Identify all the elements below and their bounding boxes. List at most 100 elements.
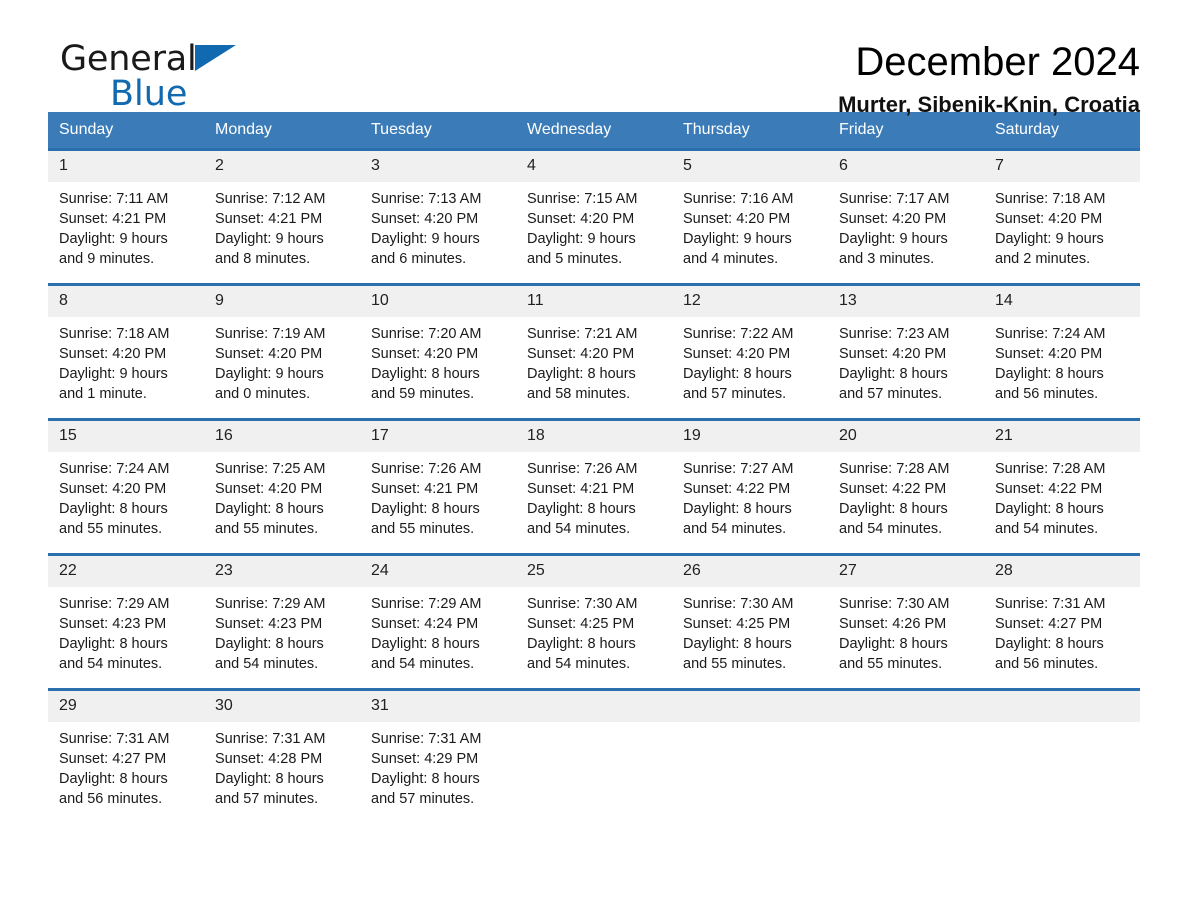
calendar-day-cell[interactable]: 6 Sunrise: 7:17 AM Sunset: 4:20 PM Daylight… — [828, 148, 984, 285]
sunrise-text: Sunrise: 7:31 AM — [371, 731, 482, 747]
daylight-text: and 55 minutes. — [371, 521, 475, 537]
calendar-week-row: 1 Sunrise: 7:11 AM Sunset: 4:21 PM Daylight… — [48, 148, 1140, 285]
sunset-text: Sunset: 4:28 PM — [215, 751, 323, 767]
daylight-text: Daylight: 8 hours — [995, 636, 1104, 652]
sunset-text: Sunset: 4:22 PM — [995, 481, 1103, 497]
day-number: 25 — [516, 556, 672, 587]
day-details: Sunrise: 7:24 AM Sunset: 4:20 PM Daylight:… — [48, 452, 204, 539]
day-number: 8 — [48, 286, 204, 317]
day-number: 24 — [360, 556, 516, 587]
calendar-day-cell[interactable]: 7 Sunrise: 7:18 AM Sunset: 4:20 PM Daylight… — [984, 148, 1140, 285]
sunrise-text: Sunrise: 7:26 AM — [371, 461, 482, 477]
day-details: Sunrise: 7:17 AM Sunset: 4:20 PM Daylight:… — [828, 182, 984, 269]
calendar-week-row: 8 Sunrise: 7:18 AM Sunset: 4:20 PM Daylight… — [48, 283, 1140, 420]
day-details: Sunrise: 7:12 AM Sunset: 4:21 PM Daylight:… — [204, 182, 360, 269]
sunset-text: Sunset: 4:20 PM — [839, 211, 947, 227]
calendar-day-cell[interactable]: 12 Sunrise: 7:22 AM Sunset: 4:20 PM Dayligh… — [672, 283, 828, 420]
sunset-text: Sunset: 4:20 PM — [527, 211, 635, 227]
sunrise-text: Sunrise: 7:28 AM — [839, 461, 950, 477]
calendar-day-cell[interactable]: 31 Sunrise: 7:31 AM Sunset: 4:29 PM Dayligh… — [360, 688, 516, 809]
day-details: Sunrise: 7:31 AM Sunset: 4:27 PM Daylight:… — [984, 587, 1140, 674]
calendar-day-cell[interactable]: 15 Sunrise: 7:24 AM Sunset: 4:20 PM Dayligh… — [48, 418, 204, 555]
sunset-text: Sunset: 4:20 PM — [215, 481, 323, 497]
calendar-day-cell[interactable]: 5 Sunrise: 7:16 AM Sunset: 4:20 PM Daylight… — [672, 148, 828, 285]
calendar-day-cell-empty — [828, 688, 984, 809]
calendar-day-cell[interactable]: 24 Sunrise: 7:29 AM Sunset: 4:24 PM Dayligh… — [360, 553, 516, 690]
calendar-day-cell[interactable]: 30 Sunrise: 7:31 AM Sunset: 4:28 PM Dayligh… — [204, 688, 360, 809]
sunrise-text: Sunrise: 7:28 AM — [995, 461, 1106, 477]
sunset-text: Sunset: 4:20 PM — [995, 346, 1103, 362]
sunset-text: Sunset: 4:20 PM — [527, 346, 635, 362]
calendar-table: Sunday Monday Tuesday Wednesday Thursday… — [48, 112, 1140, 809]
calendar-day-cell[interactable]: 2 Sunrise: 7:12 AM Sunset: 4:21 PM Daylight… — [204, 148, 360, 285]
daylight-text: Daylight: 8 hours — [527, 501, 636, 517]
day-number: 20 — [828, 421, 984, 452]
day-number: 7 — [984, 151, 1140, 182]
sunset-text: Sunset: 4:20 PM — [683, 211, 791, 227]
calendar-day-cell[interactable]: 17 Sunrise: 7:26 AM Sunset: 4:21 PM Dayligh… — [360, 418, 516, 555]
daylight-text: and 0 minutes. — [215, 386, 311, 402]
sunset-text: Sunset: 4:20 PM — [215, 346, 323, 362]
daylight-text: Daylight: 9 hours — [683, 231, 792, 247]
calendar-day-cell[interactable]: 20 Sunrise: 7:28 AM Sunset: 4:22 PM Dayligh… — [828, 418, 984, 555]
calendar-day-cell[interactable]: 4 Sunrise: 7:15 AM Sunset: 4:20 PM Daylight… — [516, 148, 672, 285]
day-details: Sunrise: 7:16 AM Sunset: 4:20 PM Daylight:… — [672, 182, 828, 269]
day-details: Sunrise: 7:22 AM Sunset: 4:20 PM Daylight:… — [672, 317, 828, 404]
daylight-text: and 1 minute. — [59, 386, 147, 402]
calendar-day-cell[interactable]: 3 Sunrise: 7:13 AM Sunset: 4:20 PM Daylight… — [360, 148, 516, 285]
calendar-day-cell[interactable]: 21 Sunrise: 7:28 AM Sunset: 4:22 PM Dayligh… — [984, 418, 1140, 555]
sunrise-text: Sunrise: 7:31 AM — [215, 731, 326, 747]
daylight-text: Daylight: 8 hours — [371, 366, 480, 382]
calendar-day-cell[interactable]: 26 Sunrise: 7:30 AM Sunset: 4:25 PM Dayligh… — [672, 553, 828, 690]
daylight-text: Daylight: 9 hours — [215, 366, 324, 382]
day-details: Sunrise: 7:30 AM Sunset: 4:26 PM Daylight:… — [828, 587, 984, 674]
calendar-day-cell[interactable]: 13 Sunrise: 7:23 AM Sunset: 4:20 PM Dayligh… — [828, 283, 984, 420]
daylight-text: and 5 minutes. — [527, 251, 623, 267]
sunset-text: Sunset: 4:20 PM — [839, 346, 947, 362]
calendar-day-cell[interactable]: 10 Sunrise: 7:20 AM Sunset: 4:20 PM Dayligh… — [360, 283, 516, 420]
logo-word-blue: Blue — [110, 74, 188, 114]
daylight-text: and 55 minutes. — [215, 521, 319, 537]
calendar-day-cell[interactable]: 18 Sunrise: 7:26 AM Sunset: 4:21 PM Dayligh… — [516, 418, 672, 555]
day-details: Sunrise: 7:15 AM Sunset: 4:20 PM Daylight:… — [516, 182, 672, 269]
calendar-day-cell[interactable]: 23 Sunrise: 7:29 AM Sunset: 4:23 PM Dayligh… — [204, 553, 360, 690]
day-number: 2 — [204, 151, 360, 182]
calendar-day-cell[interactable]: 29 Sunrise: 7:31 AM Sunset: 4:27 PM Dayligh… — [48, 688, 204, 809]
sunset-text: Sunset: 4:20 PM — [59, 346, 167, 362]
calendar-day-cell[interactable]: 28 Sunrise: 7:31 AM Sunset: 4:27 PM Dayligh… — [984, 553, 1140, 690]
daylight-text: and 2 minutes. — [995, 251, 1091, 267]
daylight-text: Daylight: 9 hours — [59, 366, 168, 382]
sunset-text: Sunset: 4:29 PM — [371, 751, 479, 767]
sunrise-text: Sunrise: 7:30 AM — [839, 596, 950, 612]
sunrise-text: Sunrise: 7:18 AM — [59, 326, 170, 342]
calendar-day-cell[interactable]: 27 Sunrise: 7:30 AM Sunset: 4:26 PM Dayligh… — [828, 553, 984, 690]
daylight-text: and 54 minutes. — [215, 656, 319, 672]
calendar-day-cell[interactable]: 25 Sunrise: 7:30 AM Sunset: 4:25 PM Dayligh… — [516, 553, 672, 690]
calendar-day-cell[interactable]: 14 Sunrise: 7:24 AM Sunset: 4:20 PM Dayligh… — [984, 283, 1140, 420]
day-details: Sunrise: 7:26 AM Sunset: 4:21 PM Daylight:… — [360, 452, 516, 539]
day-details: Sunrise: 7:29 AM Sunset: 4:23 PM Daylight:… — [204, 587, 360, 674]
sunrise-text: Sunrise: 7:18 AM — [995, 191, 1106, 207]
calendar-day-cell[interactable]: 1 Sunrise: 7:11 AM Sunset: 4:21 PM Daylight… — [48, 148, 204, 285]
sunrise-text: Sunrise: 7:22 AM — [683, 326, 794, 342]
calendar-day-cell[interactable]: 16 Sunrise: 7:25 AM Sunset: 4:20 PM Dayligh… — [204, 418, 360, 555]
calendar-body: 1 Sunrise: 7:11 AM Sunset: 4:21 PM Daylight… — [48, 148, 1140, 809]
daylight-text: Daylight: 8 hours — [215, 501, 324, 517]
sunrise-text: Sunrise: 7:23 AM — [839, 326, 950, 342]
sunset-text: Sunset: 4:21 PM — [527, 481, 635, 497]
day-details: Sunrise: 7:30 AM Sunset: 4:25 PM Daylight:… — [516, 587, 672, 674]
calendar-day-cell[interactable]: 11 Sunrise: 7:21 AM Sunset: 4:20 PM Dayligh… — [516, 283, 672, 420]
calendar-day-cell[interactable]: 9 Sunrise: 7:19 AM Sunset: 4:20 PM Daylight… — [204, 283, 360, 420]
day-number: 16 — [204, 421, 360, 452]
day-details: Sunrise: 7:19 AM Sunset: 4:20 PM Daylight:… — [204, 317, 360, 404]
calendar-day-cell[interactable]: 8 Sunrise: 7:18 AM Sunset: 4:20 PM Daylight… — [48, 283, 204, 420]
day-number: 21 — [984, 421, 1140, 452]
day-number: 27 — [828, 556, 984, 587]
day-number: 23 — [204, 556, 360, 587]
daylight-text: Daylight: 8 hours — [839, 636, 948, 652]
daylight-text: and 54 minutes. — [995, 521, 1099, 537]
calendar-day-cell[interactable]: 19 Sunrise: 7:27 AM Sunset: 4:22 PM Dayligh… — [672, 418, 828, 555]
calendar-day-cell[interactable]: 22 Sunrise: 7:29 AM Sunset: 4:23 PM Dayligh… — [48, 553, 204, 690]
day-number: 12 — [672, 286, 828, 317]
page-header: General Blue December 2024 Murter, Siben… — [48, 0, 1140, 117]
